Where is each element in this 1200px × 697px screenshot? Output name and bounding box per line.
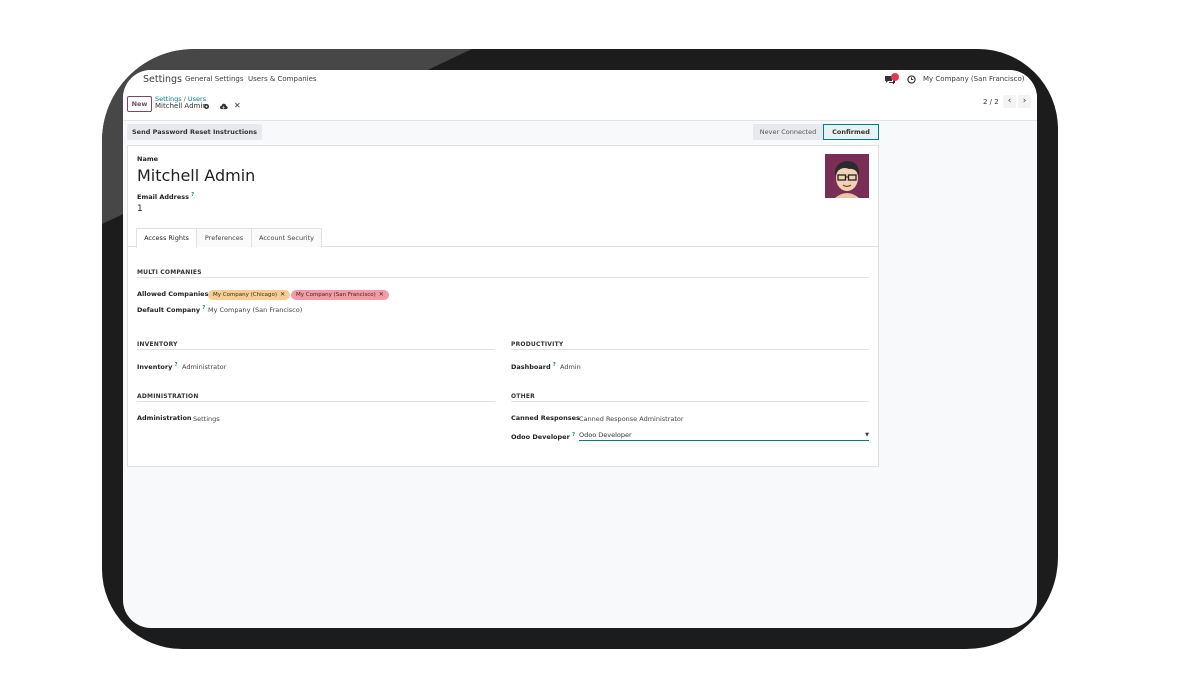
form-tabs: Access Rights Preferences Account Securi… (128, 228, 878, 248)
company-switcher[interactable]: My Company (San Francisco) (923, 75, 1024, 83)
caret-down-icon: ▼ (865, 432, 869, 438)
clock-icon[interactable] (907, 75, 916, 84)
form-statusbar: Send Password Reset Instructions Never C… (127, 124, 879, 141)
remove-tag-icon[interactable]: ✕ (376, 291, 384, 298)
canned-responses-label: Canned Responses (511, 414, 580, 422)
tab-preferences[interactable]: Preferences (196, 228, 252, 247)
user-avatar[interactable] (825, 154, 869, 198)
email-field[interactable]: 1 (137, 204, 143, 214)
email-label: Email Address ? (137, 192, 195, 202)
tab-access-rights[interactable]: Access Rights (136, 228, 197, 248)
remove-tag-icon[interactable]: ✕ (277, 291, 285, 298)
app-name[interactable]: Settings (143, 74, 182, 85)
inventory-field[interactable]: Administrator (182, 363, 226, 371)
send-password-reset-button[interactable]: Send Password Reset Instructions (127, 124, 263, 140)
record-title: Mitchell Admin (155, 102, 207, 110)
multi-companies-title: MULTI COMPANIES (137, 269, 202, 276)
form-sheet: Name Mitchell Admin Email Address ? 1 Ac… (127, 145, 879, 467)
stage-never-connected[interactable]: Never Connected (753, 124, 823, 140)
discard-icon[interactable]: ✕ (234, 101, 241, 110)
allowed-companies-label: Allowed Companies (137, 290, 209, 298)
canned-responses-field[interactable]: Canned Response Administrator (579, 415, 684, 423)
odoo-developer-label: Odoo Developer ? (511, 432, 575, 442)
chat-badge (891, 73, 899, 81)
control-panel: New Settings / Users Mitchell Admin ✕ 2 / … (123, 90, 1037, 121)
tag-company-chicago[interactable]: My Company (Chicago) ✕ (208, 290, 291, 300)
gear-icon[interactable] (203, 103, 210, 110)
administration-title: ADMINISTRATION (137, 393, 199, 400)
default-company-field[interactable]: My Company (San Francisco) (208, 306, 302, 314)
section-divider (137, 401, 495, 402)
menu-users-companies[interactable]: Users & Companies (248, 75, 317, 83)
other-title: OTHER (511, 393, 535, 400)
section-divider (511, 349, 869, 350)
tab-account-security[interactable]: Account Security (251, 228, 322, 247)
name-label: Name (137, 155, 159, 163)
odoo-developer-select[interactable]: Odoo Developer ▼ (579, 430, 869, 441)
top-navbar: Settings General Settings Users & Compan… (123, 70, 1037, 91)
pager-next-button[interactable]: › (1018, 95, 1031, 108)
default-company-label: Default Company ? (137, 305, 206, 315)
dashboard-field[interactable]: Admin (560, 363, 581, 371)
odoo-developer-value: Odoo Developer (579, 431, 632, 439)
section-divider (137, 277, 869, 278)
stage-confirmed[interactable]: Confirmed (823, 124, 879, 140)
administration-field[interactable]: Settings (193, 415, 220, 423)
new-button[interactable]: New (127, 96, 152, 112)
screen: Settings General Settings Users & Compan… (123, 70, 1037, 628)
section-divider (137, 349, 495, 350)
menu-general-settings[interactable]: General Settings (185, 75, 244, 83)
section-divider (511, 401, 869, 402)
dashboard-label: Dashboard ? (511, 362, 556, 372)
inventory-label: Inventory ? (137, 362, 178, 372)
administration-label: Administration (137, 414, 192, 422)
user-name-field[interactable]: Mitchell Admin (137, 166, 255, 185)
productivity-title: PRODUCTIVITY (511, 341, 564, 348)
pager-value[interactable]: 2 / 2 (983, 98, 999, 106)
pager-previous-button[interactable]: ‹ (1003, 95, 1016, 108)
tag-company-san-francisco[interactable]: My Company (San Francisco) ✕ (291, 290, 389, 300)
cloud-save-icon[interactable] (219, 103, 228, 110)
inventory-title: INVENTORY (137, 341, 178, 348)
